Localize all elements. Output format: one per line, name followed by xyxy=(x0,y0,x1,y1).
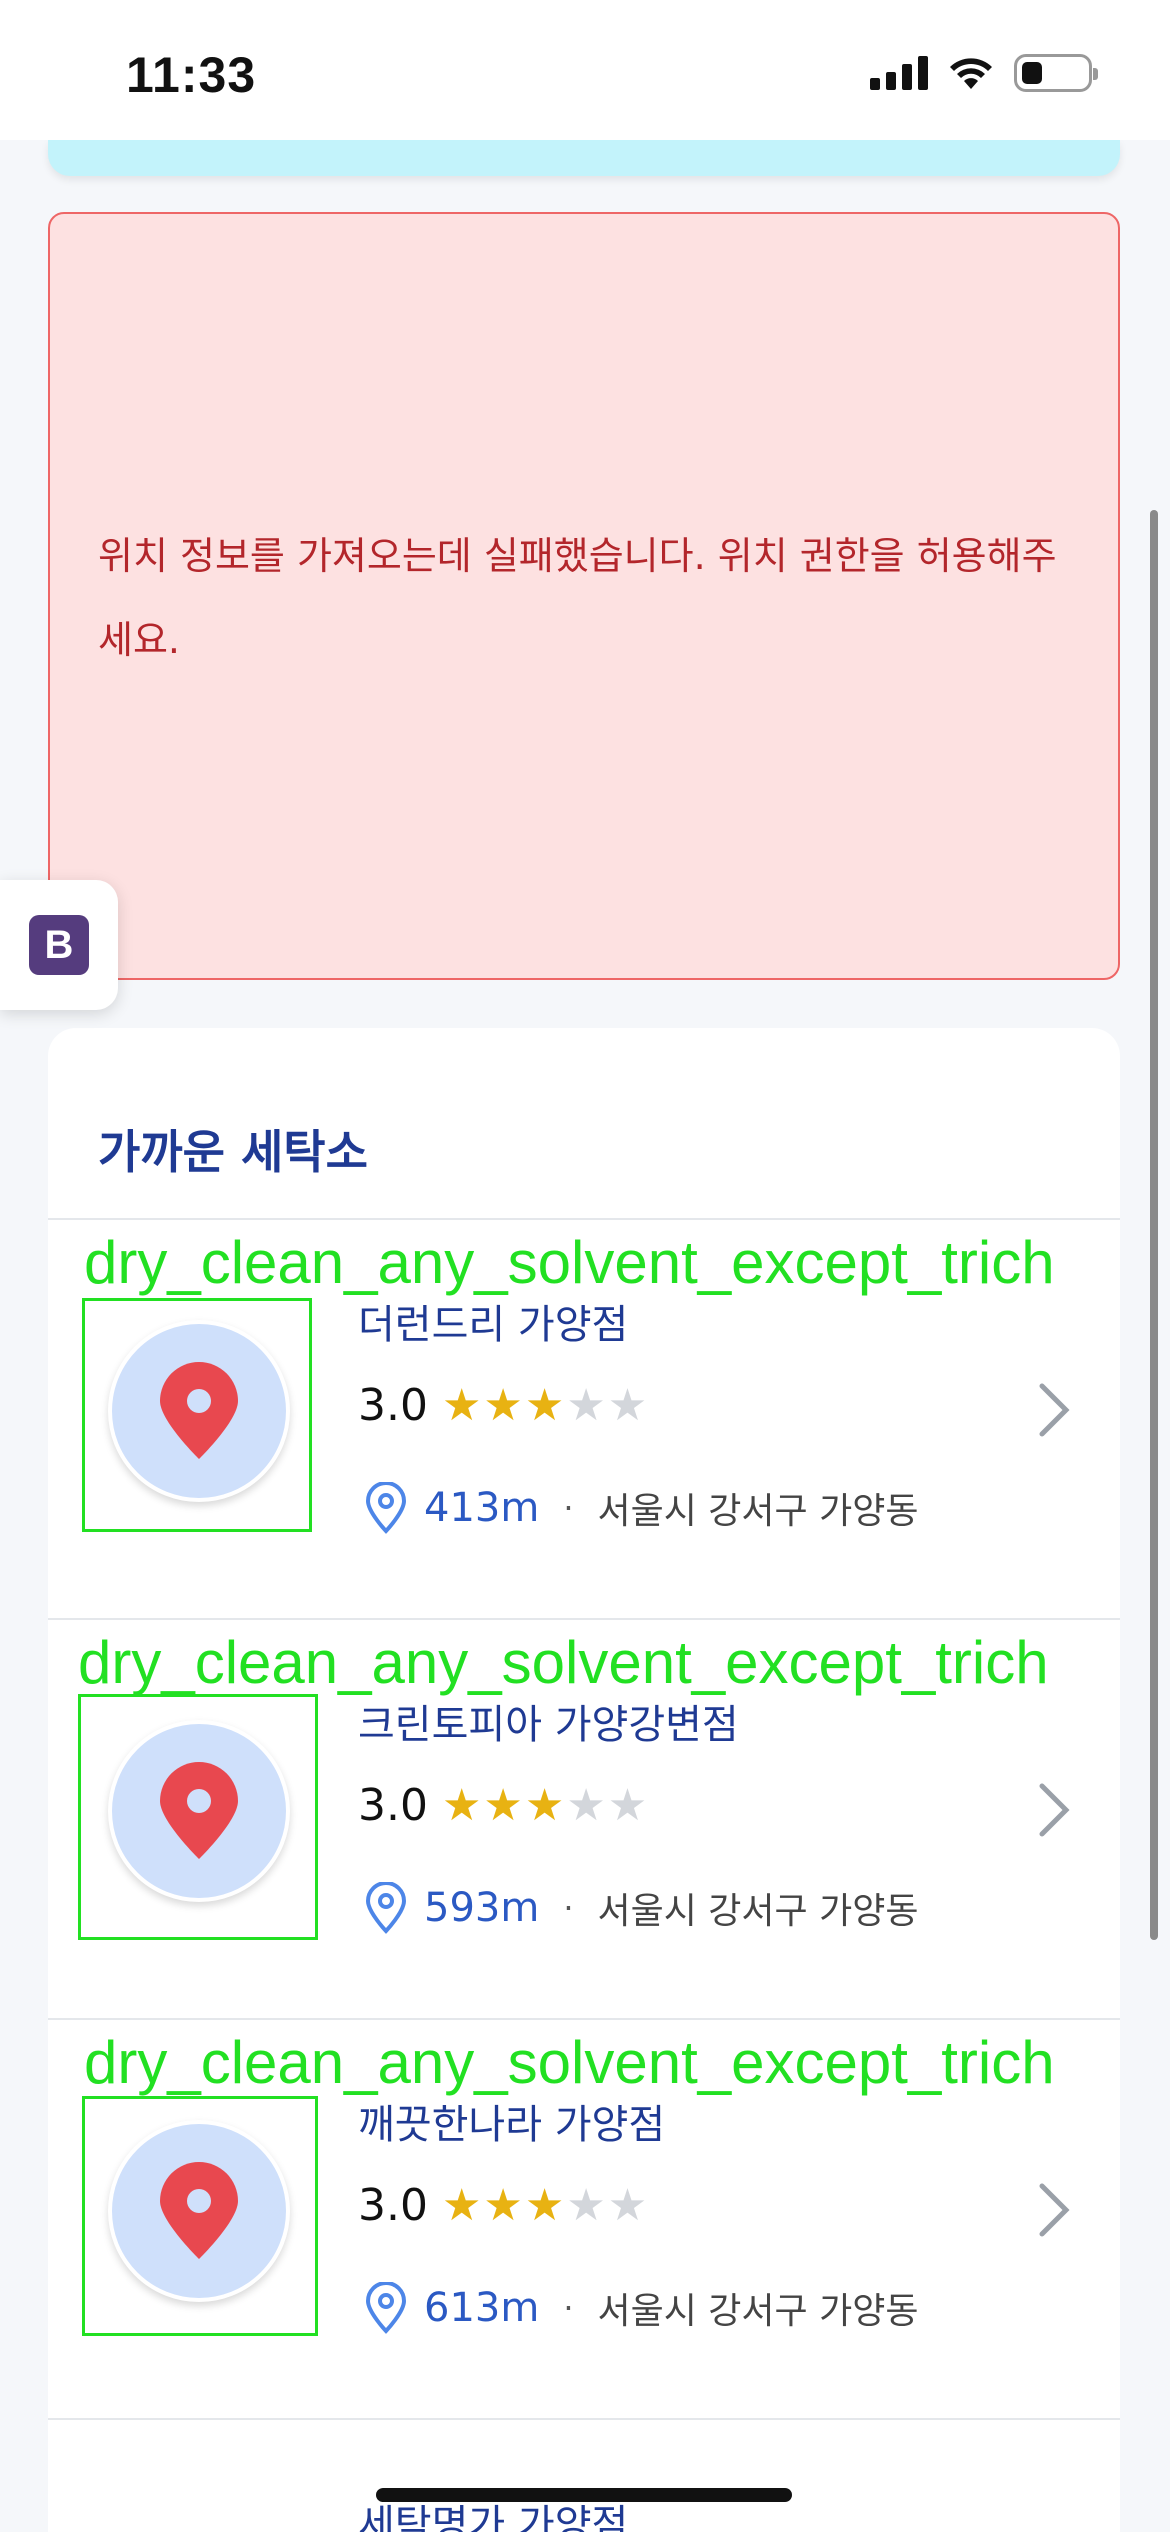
location-icon xyxy=(365,2282,407,2334)
cellular-signal-icon xyxy=(870,56,928,90)
chevron-right-icon xyxy=(1039,2183,1070,2237)
location-icon xyxy=(365,1882,407,1934)
shop-distance: 613m xyxy=(424,2285,540,2331)
status-time: 11:33 xyxy=(126,47,257,103)
map-pin-icon xyxy=(160,2162,238,2259)
rating-value: 3.0 xyxy=(358,1780,428,1831)
shop-meta: 593m · 서울시 강서구 가양동 xyxy=(364,1882,918,1934)
info-banner xyxy=(48,140,1120,176)
chevron-right-icon xyxy=(1039,1783,1070,1837)
separator: · xyxy=(563,1489,574,1527)
map-pin-icon xyxy=(160,1362,238,1459)
shop-list-item[interactable]: dry_clean_any_solvent_except_trich 크린토피아… xyxy=(48,1620,1120,2018)
rating-row: 3.0 ★★★★★ xyxy=(358,1380,649,1431)
shop-list-item[interactable]: 세탁명가 가양점 xyxy=(48,2420,1120,2532)
location-icon xyxy=(365,1482,407,1534)
status-icons xyxy=(870,54,1098,92)
error-message: 위치 정보를 가져오는데 실패했습니다. 위치 권한을 허용해주세요. xyxy=(98,534,1057,662)
shop-name: 크린토피아 가양강변점 xyxy=(358,1702,739,1748)
shop-meta: 613m · 서울시 강서구 가양동 xyxy=(364,2282,918,2334)
shop-meta: 413m · 서울시 강서구 가양동 xyxy=(364,1482,918,1534)
star-rating: ★★★★★ xyxy=(441,1780,650,1831)
star-rating: ★★★★★ xyxy=(441,1380,650,1431)
shop-list-item[interactable]: dry_clean_any_solvent_except_trich 깨끗한나라… xyxy=(48,2020,1120,2418)
star-rating: ★★★★★ xyxy=(441,2180,650,2231)
shop-distance: 413m xyxy=(424,1485,540,1531)
chevron-right-icon xyxy=(1039,1383,1070,1437)
scrollbar[interactable] xyxy=(1150,510,1158,1940)
map-pin-icon xyxy=(160,1762,238,1859)
shop-avatar xyxy=(108,1720,290,1902)
home-indicator[interactable] xyxy=(376,2488,792,2502)
shop-avatar xyxy=(108,2120,290,2302)
shop-avatar xyxy=(108,1320,290,1502)
shop-distance: 593m xyxy=(424,1885,540,1931)
overlay-label: dry_clean_any_solvent_except_trich xyxy=(78,1629,1049,1696)
rating-value: 3.0 xyxy=(358,1380,428,1431)
section-title: 가까운 세탁소 xyxy=(98,1125,368,1179)
location-error-alert: 위치 정보를 가져오는데 실패했습니다. 위치 권한을 허용해주세요. xyxy=(48,212,1120,980)
wifi-icon xyxy=(950,58,992,89)
status-bar: 11:33 xyxy=(0,0,1170,140)
floating-bootstrap-button[interactable]: B xyxy=(0,880,118,1010)
shop-address: 서울시 강서구 가양동 xyxy=(597,1891,919,1932)
separator: · xyxy=(563,2289,574,2327)
separator: · xyxy=(563,1889,574,1927)
rating-row: 3.0 ★★★★★ xyxy=(358,1780,649,1831)
shop-address: 서울시 강서구 가양동 xyxy=(597,1491,919,1532)
overlay-label: dry_clean_any_solvent_except_trich xyxy=(84,2029,1055,2096)
overlay-label: dry_clean_any_solvent_except_trich xyxy=(84,1229,1055,1296)
shop-address: 서울시 강서구 가양동 xyxy=(597,2291,919,2332)
rating-row: 3.0 ★★★★★ xyxy=(358,2180,649,2231)
battery-icon xyxy=(1014,54,1098,92)
shop-list-item[interactable]: dry_clean_any_solvent_except_trich 더런드리 … xyxy=(48,1220,1120,1618)
nearby-laundry-card: 가까운 세탁소 dry_clean_any_solvent_except_tri… xyxy=(48,1028,1120,2532)
shop-name: 더런드리 가양점 xyxy=(358,1302,629,1348)
shop-name: 깨끗한나라 가양점 xyxy=(358,2102,666,2148)
bootstrap-icon: B xyxy=(29,915,89,975)
rating-value: 3.0 xyxy=(358,2180,428,2231)
